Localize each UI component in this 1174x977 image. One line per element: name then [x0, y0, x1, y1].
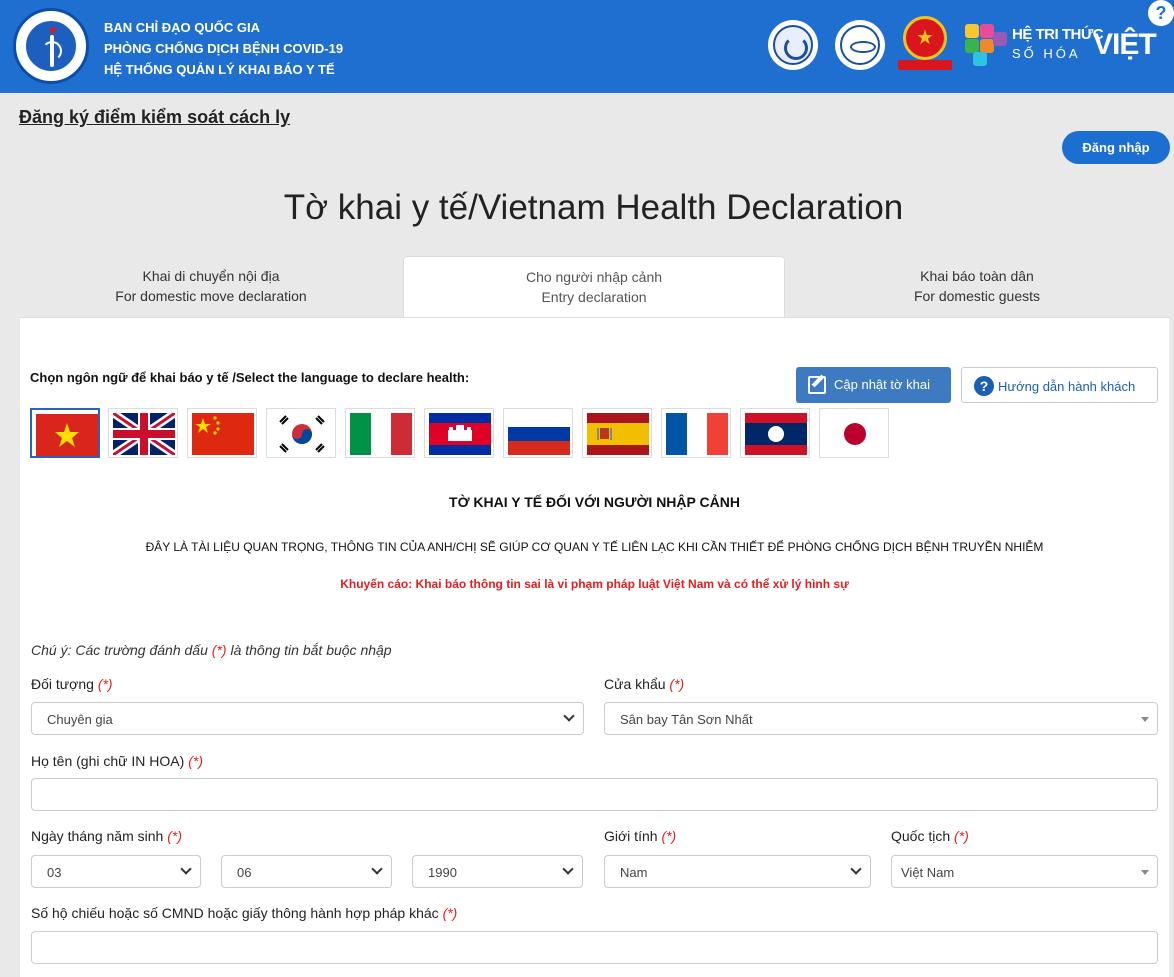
declaration-panel: Chọn ngôn ngữ để khai báo y tế /Select t… [20, 317, 1169, 977]
gender-select[interactable]: Nam [604, 855, 871, 888]
tab-domestic-move[interactable]: Khai di chuyển nội địa For domestic move… [20, 256, 402, 318]
nationality-select[interactable]: Việt Nam [891, 855, 1158, 888]
tab-domestic-move-line1: Khai di chuyển nội địa [142, 268, 280, 284]
tab-entry-line1: Cho người nhập cảnh [525, 269, 663, 285]
required-mark: (*) [669, 676, 685, 692]
dob-day-select[interactable]: 03 [31, 855, 201, 888]
fullname-input[interactable] [31, 778, 1158, 811]
flag-spain-icon[interactable] [582, 408, 652, 458]
tab-domestic-guests-line2: For domestic guests [913, 288, 1041, 304]
dob-month-select[interactable]: 06 [221, 855, 392, 888]
required-mark: (*) [188, 753, 203, 769]
subject-label: Đối tượng (*) [31, 676, 113, 692]
fullname-label: Họ tên (ghi chữ IN HOA) (*) [31, 753, 203, 769]
header-line-2: PHÒNG CHỐNG DỊCH BỆNH COVID-19 [104, 41, 344, 56]
dob-label: Ngày tháng năm sinh (*) [31, 828, 182, 844]
page-title: Tờ khai y tế/Vietnam Health Declaration [283, 188, 904, 227]
chevron-down-icon [371, 863, 383, 875]
colored-blocks-icon [965, 24, 1007, 66]
ministry-science-seal-icon [835, 20, 885, 70]
gender-value: Nam [620, 865, 648, 880]
dob-day-value: 03 [47, 865, 62, 880]
flag-italy-icon[interactable] [345, 408, 415, 458]
top-header: ★ BAN CHỈ ĐẠO QUỐC GIA PHÒNG CHỐNG DỊCH … [0, 0, 1174, 93]
flag-cambodia-icon[interactable] [424, 408, 494, 458]
tab-entry-declaration[interactable]: Cho người nhập cảnh Entry declaration [403, 256, 785, 318]
tab-domestic-guests-line1: Khai báo toàn dân [920, 268, 1034, 284]
question-circle-icon: ? [974, 376, 994, 396]
gender-label: Giới tính (*) [604, 828, 676, 844]
gender-label-text: Giới tính [604, 828, 658, 844]
passenger-guide-button[interactable]: ? Hướng dẫn hành khách [961, 367, 1158, 403]
fullname-label-text: Họ tên (ghi chữ IN HOA) [31, 753, 185, 769]
flag-laos-icon[interactable] [740, 408, 810, 458]
flag-france-icon[interactable] [661, 408, 731, 458]
border-gate-label: Cửa khẩu (*) [604, 676, 684, 692]
dob-year-value: 1990 [428, 865, 457, 880]
ministry-information-seal-icon [768, 20, 818, 70]
form-heading: TỜ KHAI Y TẾ ĐỐI VỚI NGƯỜI NHẬP CẢNH [449, 494, 740, 510]
form-subheading: ĐÂY LÀ TÀI LIỆU QUAN TRỌNG, THÔNG TIN CỦ… [145, 540, 1044, 554]
register-quarantine-link[interactable]: Đăng ký điểm kiểm soát cách ly [19, 107, 290, 128]
flag-china-icon[interactable] [187, 408, 257, 458]
ministry-of-health-logo-icon: ★ [13, 8, 89, 84]
required-note-suffix: là thông tin bắt buộc nhập [230, 642, 392, 658]
header-titles: BAN CHỈ ĐẠO QUỐC GIA PHÒNG CHỐNG DỊCH BỆ… [104, 17, 343, 80]
language-select-label: Chọn ngôn ngữ để khai báo y tế /Select t… [30, 370, 470, 385]
passport-input[interactable] [31, 931, 1158, 964]
required-mark: (*) [442, 905, 458, 921]
flag-vietnam-icon[interactable] [30, 408, 100, 458]
tab-domestic-move-line2: For domestic move declaration [115, 288, 307, 304]
flag-russia-icon[interactable] [503, 408, 573, 458]
passport-label: Số hộ chiếu hoặc số CMND hoặc giấy thông… [31, 905, 457, 921]
caret-down-icon [1141, 717, 1149, 722]
subject-label-text: Đối tượng [31, 676, 94, 692]
border-gate-select[interactable]: Sân bay Tân Sơn Nhất [604, 702, 1158, 735]
chevron-down-icon [850, 863, 862, 875]
passenger-guide-label: Hướng dẫn hành khách [998, 379, 1136, 394]
required-mark: (*) [661, 828, 677, 844]
flag-uk-icon[interactable] [108, 408, 178, 458]
caret-down-icon [1141, 870, 1149, 875]
header-line-3: HỆ THỐNG QUẢN LÝ KHAI BÁO Y TẾ [104, 62, 335, 77]
brand-line-1: HỆ TRI THỨC [1012, 26, 1104, 43]
required-mark: (*) [954, 828, 969, 844]
login-button[interactable]: Đăng nhập [1062, 131, 1170, 164]
brand-line-2: SỐ HÓA [1012, 46, 1081, 61]
tab-entry-line2: Entry declaration [541, 289, 647, 305]
update-declaration-label: Cập nhật tờ khai [834, 377, 930, 392]
help-icon[interactable]: ? [1148, 0, 1174, 26]
required-mark: (*) [211, 642, 227, 658]
subject-select[interactable]: Chuyên gia [31, 702, 584, 735]
border-gate-label-text: Cửa khẩu [604, 676, 666, 692]
chevron-down-icon [563, 710, 575, 722]
legal-warning: Khuyến cáo: Khai báo thông tin sai là vi… [340, 577, 849, 591]
nationality-label-text: Quốc tịch [891, 828, 951, 844]
passport-label-text: Số hộ chiếu hoặc số CMND hoặc giấy thông… [31, 905, 439, 921]
subject-value: Chuyên gia [47, 712, 113, 727]
required-note: Chú ý: Các trường đánh dấu (*) là thông … [31, 642, 392, 658]
tab-domestic-guests[interactable]: Khai báo toàn dân For domestic guests [785, 256, 1169, 318]
required-mark: (*) [167, 828, 182, 844]
nationality-value: Việt Nam [901, 865, 955, 880]
dob-label-text: Ngày tháng năm sinh [31, 828, 164, 844]
he-tri-thuc-logo: HỆ TRI THỨC SỐ HÓA VIỆT [965, 24, 1157, 68]
border-gate-value: Sân bay Tân Sơn Nhất [620, 712, 753, 727]
brand-viet: VIỆT [1093, 28, 1157, 61]
chevron-down-icon [180, 863, 192, 875]
flag-japan-icon[interactable] [819, 408, 889, 458]
update-declaration-button[interactable]: Cập nhật tờ khai [796, 367, 951, 403]
header-line-1: BAN CHỈ ĐẠO QUỐC GIA [104, 20, 260, 35]
dob-month-value: 06 [237, 865, 252, 880]
dob-year-select[interactable]: 1990 [412, 855, 583, 888]
national-emblem-icon [898, 16, 952, 72]
edit-icon [808, 376, 826, 394]
required-note-prefix: Chú ý: Các trường đánh dấu [31, 642, 208, 658]
nationality-label: Quốc tịch (*) [891, 828, 969, 844]
chevron-down-icon [562, 863, 574, 875]
flag-korea-icon[interactable] [266, 408, 336, 458]
required-mark: (*) [97, 676, 113, 692]
